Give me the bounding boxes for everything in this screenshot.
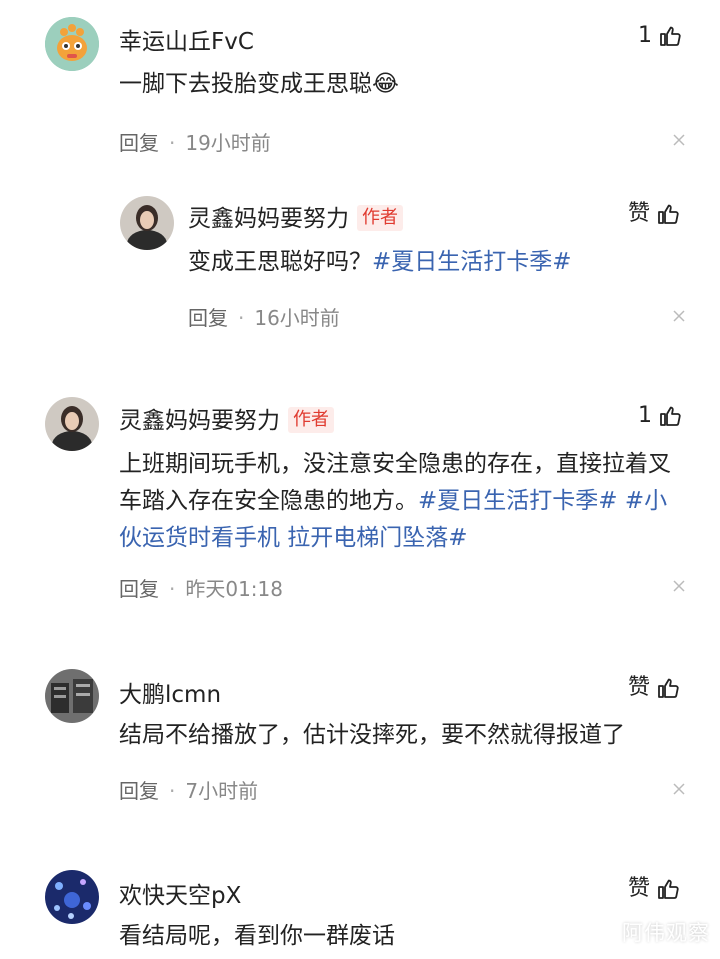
comment-username[interactable]: 欢快天空pX bbox=[119, 876, 241, 910]
like-button[interactable]: 赞 bbox=[628, 673, 680, 703]
comment-username[interactable]: 幸运山丘FvC bbox=[119, 22, 254, 56]
comment-meta: 回复 · 16小时前 bbox=[188, 306, 340, 330]
thumbs-up-icon bbox=[658, 204, 679, 224]
laughing-crying-emoji: 😂 bbox=[372, 71, 399, 97]
author-tag: 作者 bbox=[357, 205, 403, 231]
watermark: 阿伟观察 bbox=[622, 921, 710, 945]
reply-button[interactable]: 回复 bbox=[188, 306, 228, 330]
comment-time: 昨天01:18 bbox=[185, 577, 283, 601]
thumbs-up-icon bbox=[660, 406, 681, 426]
reply-button[interactable]: 回复 bbox=[119, 779, 159, 803]
like-label: 赞 bbox=[628, 675, 651, 700]
avatar[interactable] bbox=[45, 669, 99, 723]
close-icon[interactable] bbox=[673, 310, 685, 322]
comment-text: 结局不给播放了，估计没摔死，要不然就得报道了 bbox=[119, 722, 625, 748]
thumbs-up-icon bbox=[658, 879, 679, 899]
avatar[interactable] bbox=[45, 397, 99, 451]
like-button[interactable]: 赞 bbox=[628, 874, 680, 904]
comment-text: 上班期间玩手机，没注意安全隐患的存在，直接拉着叉 车踏入存在安全隐患的地方。#夏… bbox=[119, 446, 699, 557]
author-tag: 作者 bbox=[288, 407, 334, 433]
comment-text: 看结局呢，看到你一群废话 bbox=[119, 923, 395, 949]
like-button[interactable]: 1 bbox=[638, 21, 682, 51]
like-button[interactable]: 赞 bbox=[628, 199, 680, 229]
avatar[interactable] bbox=[45, 17, 99, 71]
like-count: 1 bbox=[638, 403, 652, 428]
reply-button[interactable]: 回复 bbox=[119, 577, 159, 601]
close-icon[interactable] bbox=[673, 580, 685, 592]
comment-username[interactable]: 灵鑫妈妈要努力 作者 bbox=[188, 199, 403, 233]
comment-username[interactable]: 大鹏lcmn bbox=[119, 675, 221, 709]
close-icon[interactable] bbox=[673, 783, 685, 795]
comment-text: 一脚下去投胎变成王思聪😂 bbox=[119, 71, 399, 97]
like-count: 1 bbox=[638, 23, 652, 48]
comment-text: 变成王思聪好吗？#夏日生活打卡季# bbox=[188, 249, 572, 275]
hashtag-link[interactable]: #夏日生活打卡季# bbox=[372, 249, 572, 275]
avatar[interactable] bbox=[120, 196, 174, 250]
like-button[interactable]: 1 bbox=[638, 401, 682, 431]
like-label: 赞 bbox=[628, 201, 651, 226]
thumbs-up-icon bbox=[660, 26, 681, 46]
reply-button[interactable]: 回复 bbox=[119, 131, 159, 155]
comment-meta: 回复 · 7小时前 bbox=[119, 779, 259, 803]
comment-time: 7小时前 bbox=[185, 779, 259, 803]
hashtag-link[interactable]: 伙运货时看手机 拉开电梯门坠落# bbox=[119, 520, 699, 557]
comment-time: 16小时前 bbox=[254, 306, 340, 330]
close-icon[interactable] bbox=[673, 134, 685, 146]
thumbs-up-icon bbox=[658, 678, 679, 698]
comment-meta: 回复 · 昨天01:18 bbox=[119, 577, 283, 601]
comment-time: 19小时前 bbox=[185, 131, 271, 155]
like-label: 赞 bbox=[628, 876, 651, 901]
avatar[interactable] bbox=[45, 870, 99, 924]
comment-meta: 回复 · 19小时前 bbox=[119, 131, 271, 155]
hashtag-link[interactable]: #夏日生活打卡季# #小 bbox=[418, 488, 667, 514]
comment-username[interactable]: 灵鑫妈妈要努力 作者 bbox=[119, 401, 334, 435]
